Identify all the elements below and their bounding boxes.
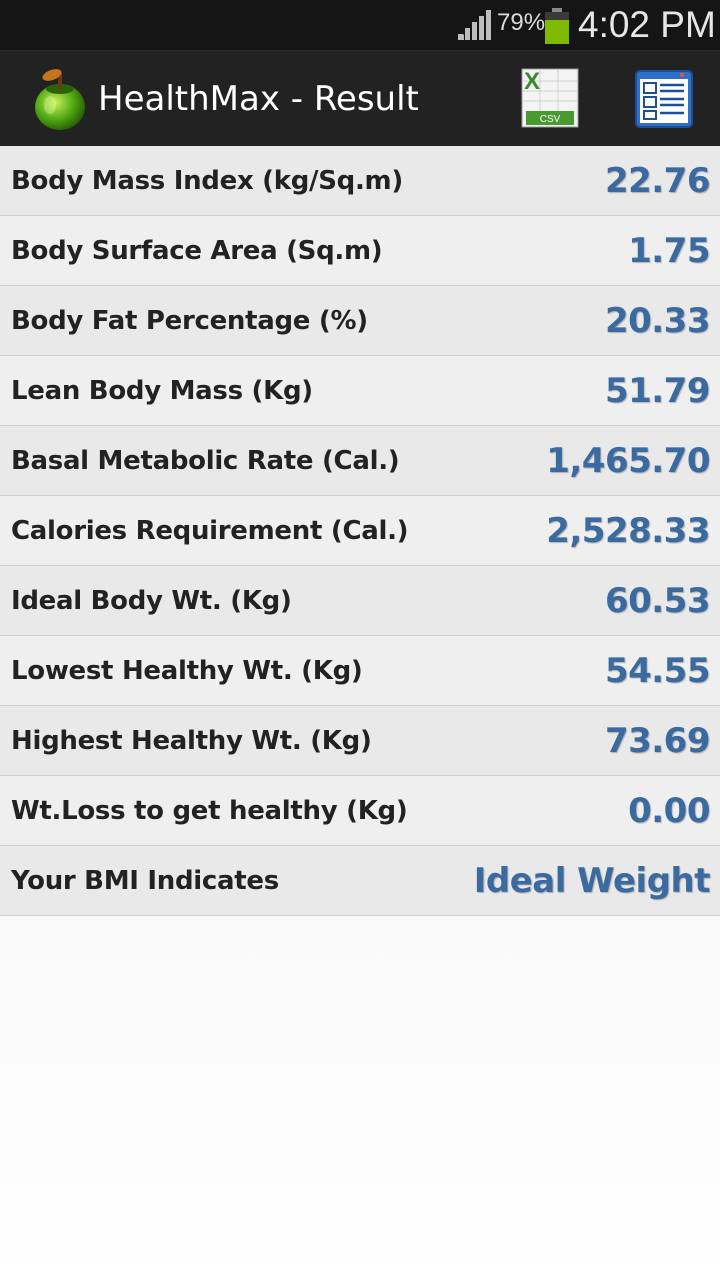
apple-app-icon: [35, 69, 85, 130]
result-label: Calories Requirement (Cal.): [11, 516, 409, 546]
list-item: Lowest Healthy Wt. (Kg) 54.55: [0, 636, 720, 706]
form-list-icon[interactable]: [632, 67, 696, 131]
result-label: Highest Healthy Wt. (Kg): [11, 726, 372, 756]
action-bar: HealthMax - Result X CSV: [0, 50, 720, 146]
app-title: HealthMax - Result: [98, 79, 419, 119]
list-item: Highest Healthy Wt. (Kg) 73.69: [0, 706, 720, 776]
result-label: Body Fat Percentage (%): [11, 306, 368, 336]
bmi-indication-value: Ideal Weight: [473, 861, 711, 901]
export-csv-icon[interactable]: X CSV: [520, 67, 582, 129]
result-label: Lean Body Mass (Kg): [11, 376, 313, 406]
result-label: Lowest Healthy Wt. (Kg): [11, 656, 363, 686]
list-item: Wt.Loss to get healthy (Kg) 0.00: [0, 776, 720, 846]
signal-icon: [458, 10, 491, 40]
result-value: 20.33: [604, 301, 711, 341]
status-bar: 79% 4:02 PM: [0, 0, 720, 50]
list-item: Calories Requirement (Cal.) 2,528.33: [0, 496, 720, 566]
list-item: Body Fat Percentage (%) 20.33: [0, 286, 720, 356]
svg-text:X: X: [524, 68, 540, 95]
result-value: 2,528.33: [546, 511, 710, 551]
result-label: Basal Metabolic Rate (Cal.): [11, 446, 400, 476]
result-value: 1,465.70: [546, 441, 710, 481]
list-item: Lean Body Mass (Kg) 51.79: [0, 356, 720, 426]
result-value: 0.00: [628, 791, 710, 831]
result-value: 1.75: [628, 231, 710, 271]
csv-label: CSV: [540, 114, 561, 125]
result-label: Body Mass Index (kg/Sq.m): [11, 166, 403, 196]
result-value: 60.53: [604, 581, 711, 621]
battery-icon: [545, 8, 569, 44]
result-value: 51.79: [604, 371, 711, 411]
list-item: Body Mass Index (kg/Sq.m) 22.76: [0, 146, 720, 216]
result-value: 22.76: [604, 161, 711, 201]
result-label: Body Surface Area (Sq.m): [11, 236, 383, 266]
list-item: Basal Metabolic Rate (Cal.) 1,465.70: [0, 426, 720, 496]
list-item: Ideal Body Wt. (Kg) 60.53: [0, 566, 720, 636]
list-item: Your BMI Indicates Ideal Weight: [0, 846, 720, 916]
result-value: 54.55: [604, 651, 711, 691]
result-label: Your BMI Indicates: [11, 866, 279, 896]
list-item: Body Surface Area (Sq.m) 1.75: [0, 216, 720, 286]
result-label: Ideal Body Wt. (Kg): [11, 586, 292, 616]
result-label: Wt.Loss to get healthy (Kg): [11, 796, 408, 826]
results-list: Body Mass Index (kg/Sq.m) 22.76 Body Sur…: [0, 146, 720, 916]
battery-percent: 79%: [497, 9, 546, 36]
result-value: 73.69: [604, 721, 711, 761]
clock: 4:02 PM: [578, 4, 716, 45]
